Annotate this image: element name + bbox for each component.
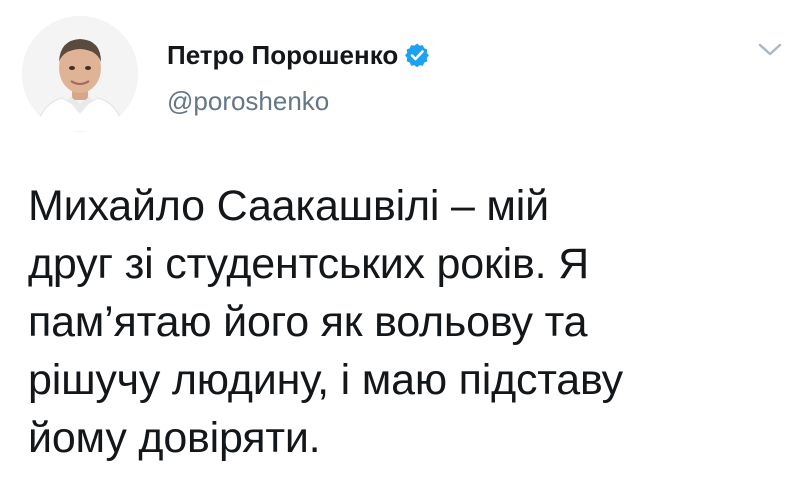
display-name[interactable]: Петро Порошенко bbox=[167, 40, 398, 70]
user-handle[interactable]: @poroshenko bbox=[167, 86, 329, 116]
tweet-card: Петро Порошенко @poroshenko Михайло Саак… bbox=[0, 0, 800, 495]
user-avatar[interactable] bbox=[22, 16, 138, 132]
avatar-photo bbox=[22, 16, 138, 132]
tweet-line-2: друг зі студентських років. Я bbox=[28, 240, 589, 288]
tweet-line-1: Михайло Саакашвілі – мій bbox=[28, 182, 549, 230]
name-row: Петро Порошенко bbox=[167, 40, 430, 70]
tweet-line-5: йому довіряти. bbox=[28, 414, 321, 462]
tweet-text: Михайло Саакашвілі – мій друг зі студент… bbox=[28, 177, 778, 467]
tweet-line-4: рішучу людину, і маю підставу bbox=[28, 356, 623, 404]
chevron-down-icon[interactable] bbox=[754, 38, 786, 62]
tweet-line-3: пам’ятаю його як вольову та bbox=[28, 298, 588, 346]
verified-badge-icon bbox=[404, 42, 430, 68]
